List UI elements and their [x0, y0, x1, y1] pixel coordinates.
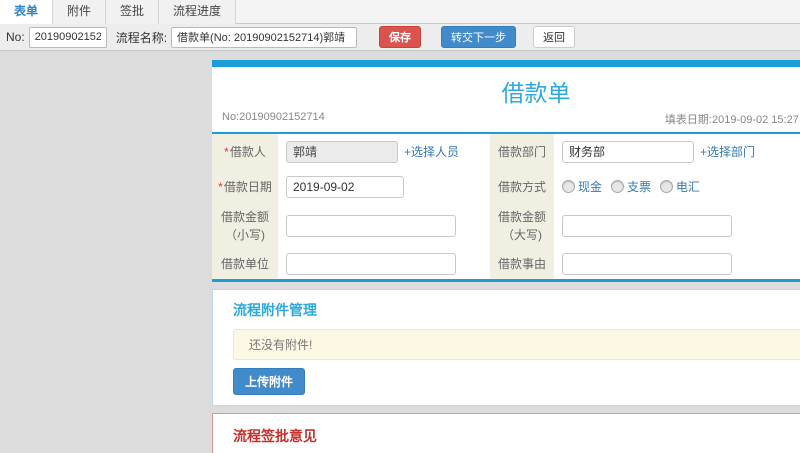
required-marker: *: [218, 179, 223, 194]
amount-lower-label: 借款金额（小写): [212, 204, 278, 248]
borrower-cell: +选择人员: [278, 134, 490, 169]
amount-lower-cell: [278, 204, 490, 248]
loan-reason-input[interactable]: [562, 252, 732, 275]
signoff-title: 流程签批意见: [233, 428, 317, 444]
flow-name-input[interactable]: [171, 26, 358, 48]
amount-upper-cell: [554, 204, 800, 248]
radio-cheque[interactable]: 支票: [611, 178, 651, 195]
no-label: No:: [6, 30, 25, 44]
amount-upper-label: 借款金额（大写): [490, 204, 554, 248]
select-person-link[interactable]: +选择人员: [404, 143, 459, 160]
department-label: 借款部门: [490, 134, 554, 169]
amount-lower-input[interactable]: [286, 215, 456, 237]
form-number-text: No:20190902152714: [222, 111, 325, 123]
no-input[interactable]: [28, 26, 107, 48]
amount-upper-input[interactable]: [562, 215, 732, 237]
loan-unit-cell: [278, 248, 490, 279]
save-button[interactable]: 保存: [379, 26, 422, 48]
upload-attachment-button[interactable]: 上传附件: [233, 368, 306, 395]
flow-name-label: 流程名称:: [115, 30, 168, 45]
required-marker: *: [224, 144, 229, 159]
signoff-panel: 流程签批意见 B I abc: [212, 413, 800, 453]
loan-date-label: *借款日期: [212, 169, 278, 204]
loan-method-label: 借款方式: [490, 169, 554, 204]
forward-next-step-button[interactable]: 转交下一步: [441, 26, 517, 48]
form-meta-row: No:20190902152714 填表日期:2019-09-02 15:27:…: [212, 111, 800, 132]
tab-signoff[interactable]: 签批: [106, 0, 160, 24]
radio-circle-icon[interactable]: [611, 180, 625, 193]
form-title: 借款单: [501, 80, 571, 106]
department-input[interactable]: [562, 140, 694, 163]
tab-progress[interactable]: 流程进度: [159, 0, 237, 24]
panel-bottom-accent-bar: [212, 279, 800, 282]
tab-form[interactable]: 表单: [0, 0, 54, 24]
loan-date-cell: [278, 169, 490, 204]
tab-attachments[interactable]: 附件: [53, 0, 107, 24]
radio-circle-icon[interactable]: [660, 180, 674, 193]
borrower-input[interactable]: [286, 140, 398, 163]
attachments-title: 流程附件管理: [233, 302, 317, 318]
form-table: *借款人 +选择人员 借款部门 +选择部门 *借款日期 借款方式: [212, 134, 800, 279]
loan-unit-label: 借款单位: [212, 248, 278, 279]
no-attachments-alert: 还没有附件!: [233, 329, 800, 360]
tab-bar: 表单 附件 签批 流程进度: [0, 0, 800, 24]
main-content: 借款单 No:20190902152714 填表日期:2019-09-02 15…: [212, 60, 800, 453]
radio-wire-transfer[interactable]: 电汇: [660, 178, 700, 195]
loan-reason-label: 借款事由: [490, 248, 554, 279]
panel-top-accent-bar: [212, 60, 800, 67]
toolbar-row: No: 流程名称: 保存 转交下一步 返回: [0, 24, 800, 51]
loan-form-panel: 借款单 No:20190902152714 填表日期:2019-09-02 15…: [212, 60, 800, 282]
select-department-link[interactable]: +选择部门: [700, 143, 755, 160]
radio-cash[interactable]: 现金: [562, 178, 602, 195]
loan-unit-input[interactable]: [286, 252, 456, 275]
form-date-text: 填表日期:2019-09-02 15:27:1: [664, 114, 800, 126]
back-button[interactable]: 返回: [533, 26, 576, 48]
loan-date-input[interactable]: [286, 175, 404, 198]
borrower-label: *借款人: [212, 134, 278, 169]
department-cell: +选择部门: [554, 134, 800, 169]
loan-reason-cell: [554, 248, 800, 279]
loan-method-cell: 现金 支票 电汇: [554, 169, 800, 204]
radio-circle-icon[interactable]: [562, 180, 575, 193]
attachments-panel: 流程附件管理 还没有附件! 上传附件: [212, 289, 800, 406]
